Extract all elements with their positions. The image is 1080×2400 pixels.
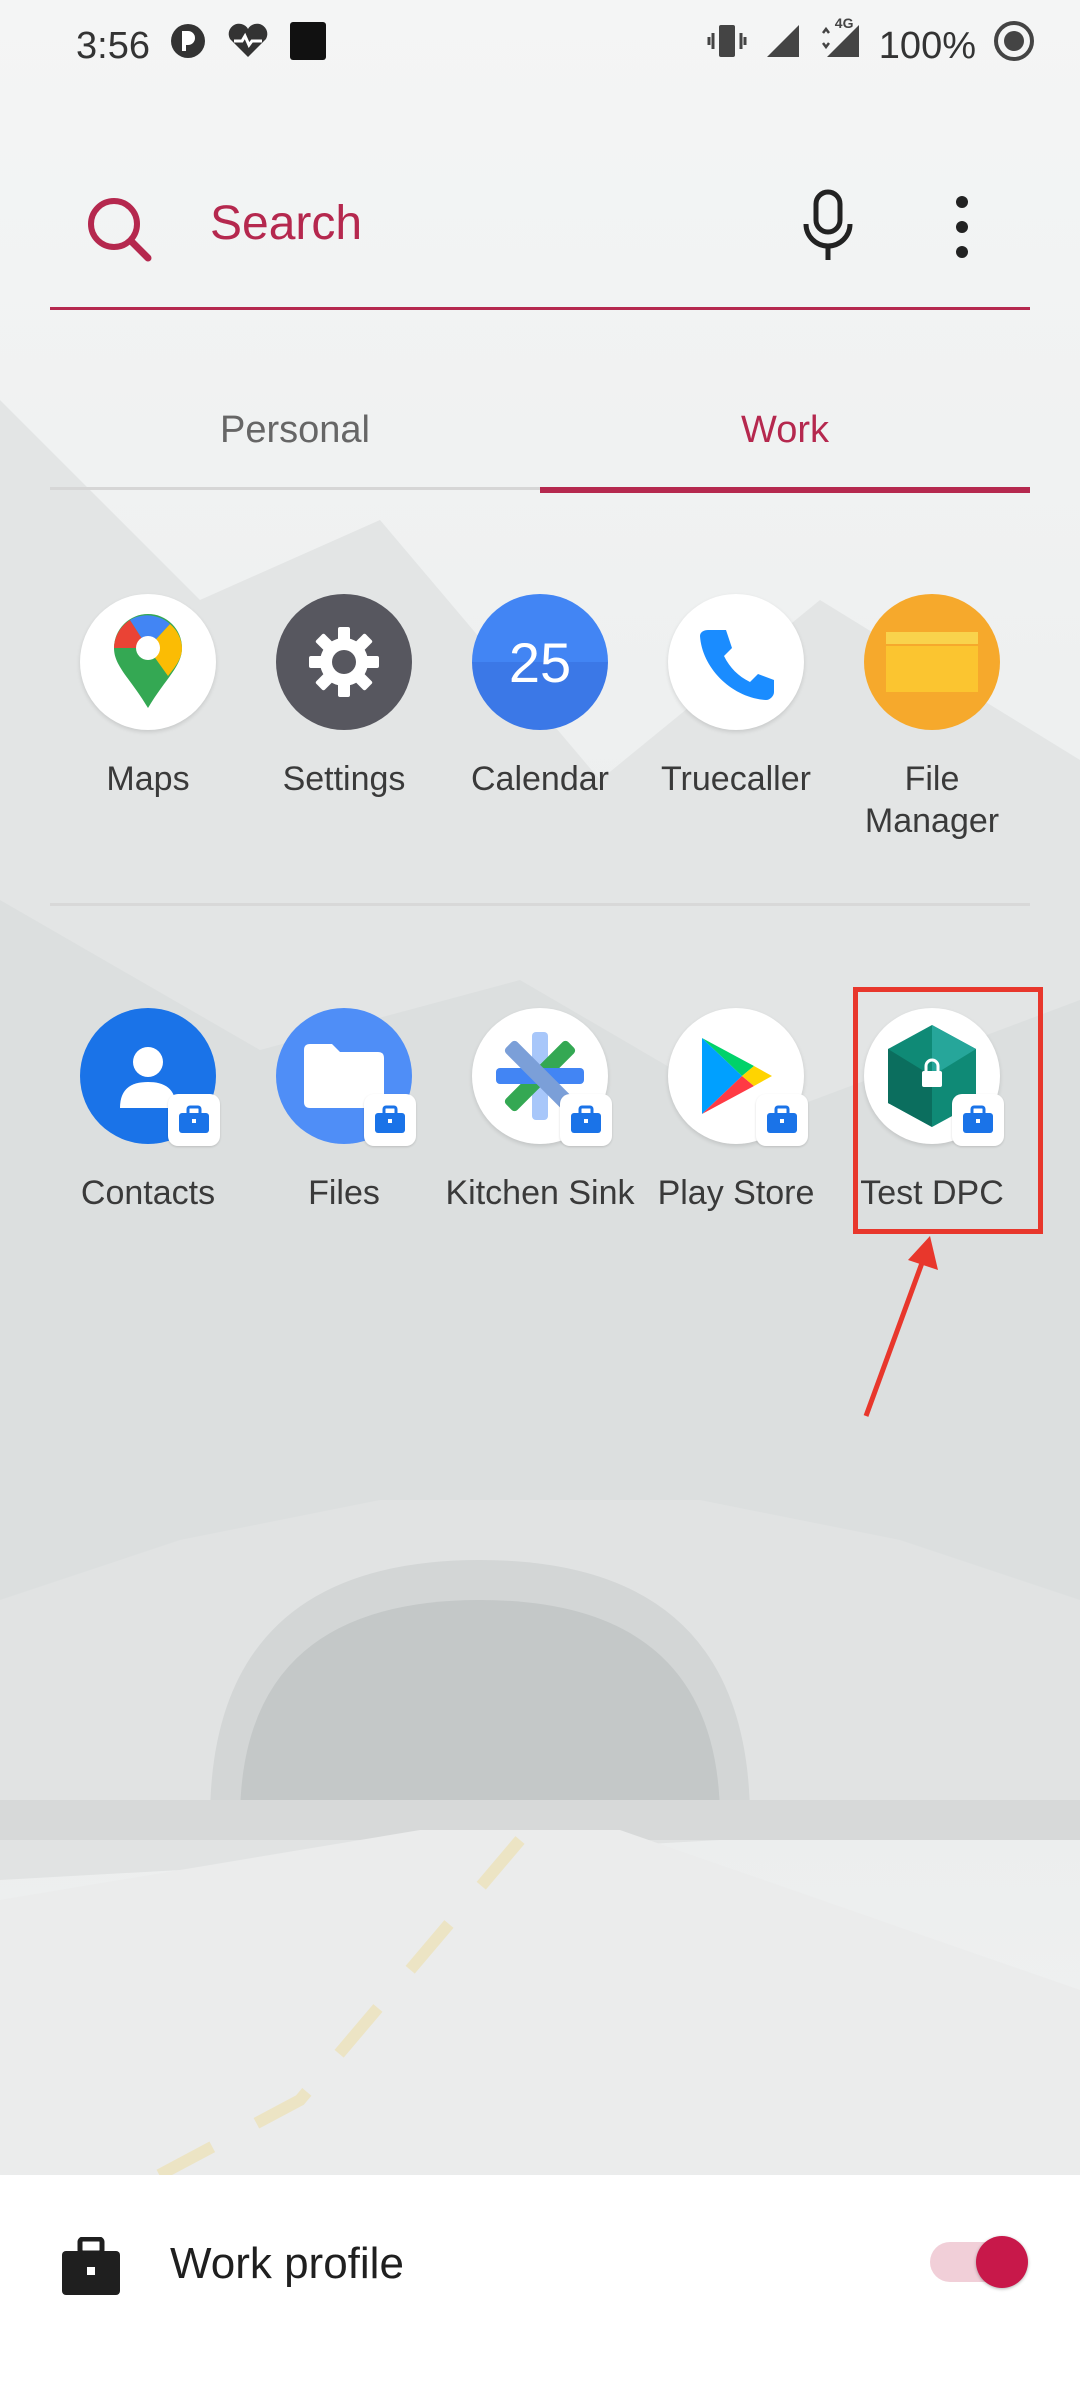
profile-tabs: Personal Work (50, 370, 1030, 493)
gear-icon[interactable] (276, 594, 412, 730)
calendar-day: 25 (508, 630, 572, 694)
kitchen-sink-icon[interactable] (472, 1008, 612, 1146)
app-files[interactable]: Files (246, 1008, 442, 1214)
app-label: File Manager (864, 760, 1000, 840)
clock: 3:56 (76, 24, 150, 67)
app-label: Contacts (80, 1174, 216, 1212)
app-label: Calendar (471, 760, 609, 798)
work-profile-bar: Work profile (0, 2175, 1080, 2400)
network-type: 4G (834, 15, 854, 31)
battery-icon (992, 19, 1036, 73)
briefcase-icon (60, 2236, 122, 2297)
square-icon (288, 20, 328, 72)
app-label: Kitchen Sink (445, 1174, 635, 1212)
highlight-box (853, 987, 1043, 1234)
more-vert-icon[interactable] (952, 192, 972, 262)
app-label: Files (308, 1174, 380, 1212)
heart-icon (226, 21, 270, 71)
work-badge-icon (560, 1094, 612, 1146)
work-profile-toggle[interactable] (930, 2230, 1028, 2290)
work-badge-icon (756, 1094, 808, 1146)
app-settings[interactable]: Settings (246, 594, 442, 842)
phone-icon[interactable] (668, 594, 804, 730)
annotation-arrow (863, 1236, 938, 1417)
search-label[interactable]: Search (210, 196, 362, 251)
contacts-icon[interactable] (80, 1008, 220, 1146)
app-play-store[interactable]: Play Store (638, 1008, 834, 1214)
notification-icon (168, 21, 208, 71)
tab-work[interactable]: Work (540, 370, 1030, 493)
app-contacts[interactable]: Contacts (50, 1008, 246, 1214)
calendar-icon[interactable]: 25 (472, 594, 608, 730)
search-icon[interactable] (86, 196, 154, 264)
play-store-icon[interactable] (668, 1008, 808, 1146)
toggle-thumb (976, 2236, 1028, 2288)
folder-icon[interactable] (864, 594, 1000, 730)
app-label: Play Store (657, 1174, 815, 1212)
app-kitchen-sink[interactable]: Kitchen Sink (442, 1008, 638, 1214)
search-bar[interactable]: Search (50, 170, 1030, 310)
app-label: Truecaller (661, 760, 811, 798)
battery-percent: 100% (878, 24, 976, 67)
work-badge-icon (364, 1094, 416, 1146)
app-label: Settings (282, 760, 406, 798)
app-label: Maps (106, 760, 190, 798)
maps-icon[interactable] (80, 594, 216, 730)
signal-icon (763, 21, 803, 71)
app-row-1: Maps Settings 25 Calendar Truecaller Fil… (50, 594, 1030, 842)
files-icon[interactable] (276, 1008, 416, 1146)
vibrate-icon (707, 21, 747, 71)
app-maps[interactable]: Maps (50, 594, 246, 842)
work-badge-icon (168, 1094, 220, 1146)
mic-icon[interactable] (798, 188, 858, 264)
app-truecaller[interactable]: Truecaller (638, 594, 834, 842)
divider (50, 903, 1030, 906)
work-profile-label: Work profile (170, 2239, 404, 2288)
tab-personal[interactable]: Personal (50, 370, 540, 490)
app-file-manager[interactable]: File Manager (834, 594, 1030, 842)
app-calendar[interactable]: 25 Calendar (442, 594, 638, 842)
status-bar: 3:56 4G 100% (0, 0, 1080, 92)
signal-4g-icon: 4G (819, 15, 863, 71)
